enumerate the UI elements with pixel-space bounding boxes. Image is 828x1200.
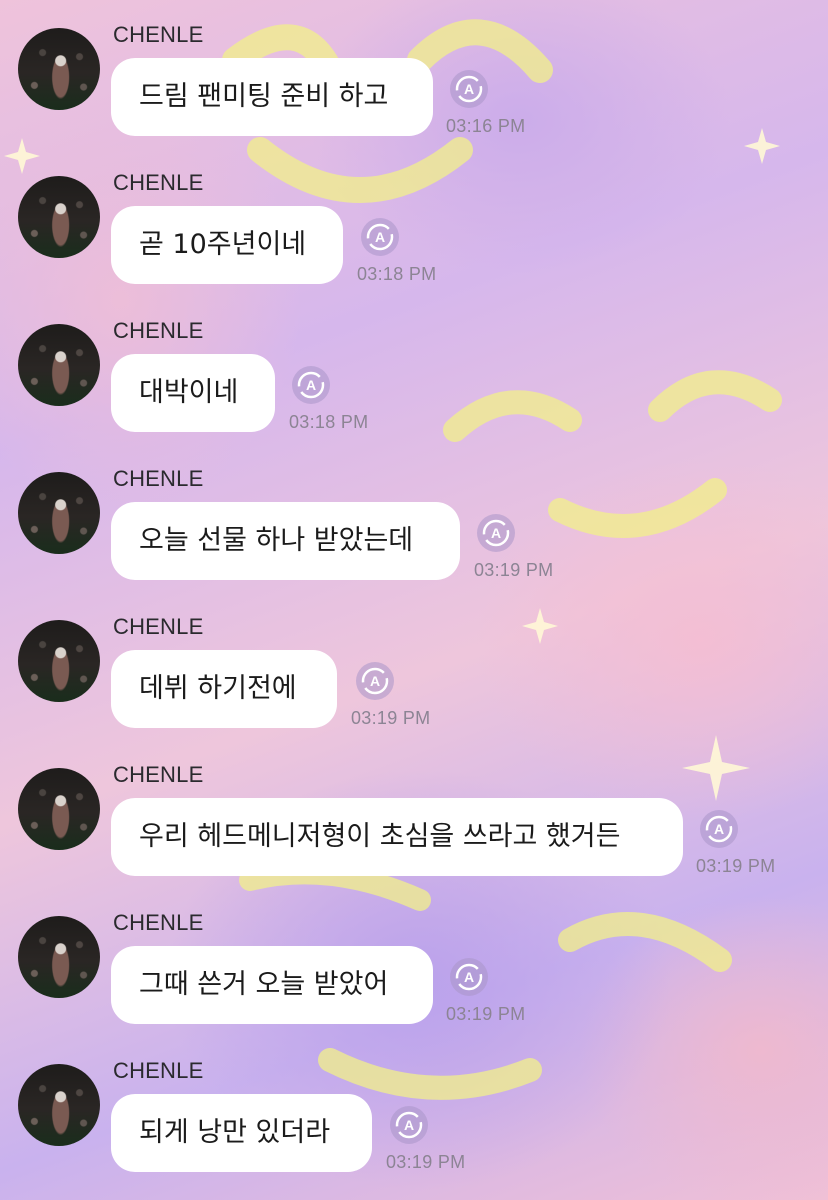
sender-name: CHENLE <box>113 22 204 47</box>
timestamp: 03:19 PM <box>446 1004 526 1024</box>
avatar[interactable] <box>18 1064 100 1146</box>
svg-text:A: A <box>714 821 724 837</box>
timestamp: 03:19 PM <box>474 560 554 580</box>
svg-text:A: A <box>464 969 474 985</box>
message-row: CHENLE 데뷔 하기전에 A 03:19 PM <box>0 592 828 740</box>
chat-log[interactable]: CHENLE 드림 팬미팅 준비 하고 A 03:16 PM CHENLE 곧 … <box>0 0 828 1200</box>
message-bubble[interactable]: 되게 낭만 있더라 <box>111 1094 372 1172</box>
translate-icon[interactable]: A <box>450 958 488 996</box>
translate-icon[interactable]: A <box>356 662 394 700</box>
sender-name: CHENLE <box>113 1058 204 1083</box>
message-row: CHENLE 곧 10주년이네 A 03:18 PM <box>0 148 828 296</box>
translate-icon[interactable]: A <box>450 70 488 108</box>
translate-icon[interactable]: A <box>361 218 399 256</box>
sender-name: CHENLE <box>113 910 204 935</box>
message-bubble[interactable]: 우리 헤드메니저형이 초심을 쓰라고 했거든 <box>111 798 683 876</box>
message-bubble[interactable]: 그때 쓴거 오늘 받았어 <box>111 946 433 1024</box>
avatar[interactable] <box>18 324 100 406</box>
svg-text:A: A <box>370 673 380 689</box>
message-bubble[interactable]: 데뷔 하기전에 <box>111 650 337 728</box>
translate-icon[interactable]: A <box>700 810 738 848</box>
translate-icon[interactable]: A <box>292 366 330 404</box>
timestamp: 03:19 PM <box>351 708 431 728</box>
svg-text:A: A <box>375 229 385 245</box>
svg-text:A: A <box>464 81 474 97</box>
message-bubble[interactable]: 대박이네 <box>111 354 275 432</box>
svg-text:A: A <box>404 1117 414 1133</box>
timestamp: 03:18 PM <box>357 264 437 284</box>
avatar[interactable] <box>18 176 100 258</box>
message-bubble[interactable]: 곧 10주년이네 <box>111 206 343 284</box>
avatar[interactable] <box>18 916 100 998</box>
translate-icon[interactable]: A <box>390 1106 428 1144</box>
message-row: CHENLE 되게 낭만 있더라 A 03:19 PM <box>0 1036 828 1184</box>
message-row: CHENLE 우리 헤드메니저형이 초심을 쓰라고 했거든 A 03:19 PM <box>0 740 828 888</box>
avatar[interactable] <box>18 472 100 554</box>
message-bubble[interactable]: 드림 팬미팅 준비 하고 <box>111 58 433 136</box>
avatar[interactable] <box>18 620 100 702</box>
svg-text:A: A <box>491 525 501 541</box>
message-row: CHENLE 그때 쓴거 오늘 받았어 A 03:19 PM <box>0 888 828 1036</box>
message-bubble[interactable]: 오늘 선물 하나 받았는데 <box>111 502 460 580</box>
sender-name: CHENLE <box>113 466 204 491</box>
sender-name: CHENLE <box>113 614 204 639</box>
message-row: CHENLE 오늘 선물 하나 받았는데 A 03:19 PM <box>0 444 828 592</box>
message-row: CHENLE 드림 팬미팅 준비 하고 A 03:16 PM <box>0 0 828 148</box>
svg-text:A: A <box>306 377 316 393</box>
message-row: CHENLE 대박이네 A 03:18 PM <box>0 296 828 444</box>
timestamp: 03:19 PM <box>386 1152 466 1172</box>
avatar[interactable] <box>18 768 100 850</box>
sender-name: CHENLE <box>113 318 204 343</box>
sender-name: CHENLE <box>113 762 204 787</box>
sender-name: CHENLE <box>113 170 204 195</box>
avatar[interactable] <box>18 28 100 110</box>
timestamp: 03:19 PM <box>696 856 776 876</box>
translate-icon[interactable]: A <box>477 514 515 552</box>
timestamp: 03:16 PM <box>446 116 526 136</box>
timestamp: 03:18 PM <box>289 412 369 432</box>
